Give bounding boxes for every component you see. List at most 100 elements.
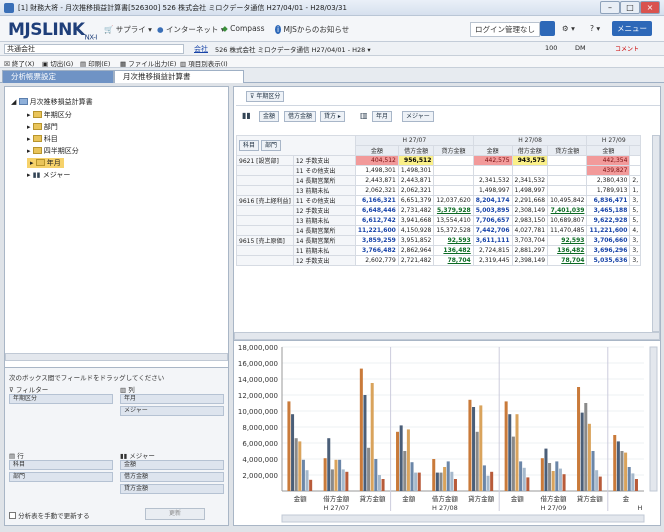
row-chip-account[interactable]: 科目 (9, 460, 113, 470)
pivot-chip-amount[interactable]: 金額 (259, 111, 280, 122)
value-cell[interactable]: 5,035,636 (586, 255, 631, 266)
value-cell[interactable]: 12,037,620 (433, 195, 474, 206)
value-cell[interactable]: 2,291,668 (511, 195, 549, 206)
value-cell[interactable]: 1,498,301 (397, 165, 435, 176)
value-cell[interactable]: 2,341,532 (472, 175, 513, 186)
tree-root[interactable]: ◢ 月次推移損益計算書 (11, 97, 93, 107)
pivot-filter-chip[interactable]: ⊽ 年期区分 (246, 91, 285, 102)
cut-button[interactable]: ▣ 切出(G) (42, 58, 73, 68)
table-row[interactable]: 13 前期未払 6,612,742 3,941,668 13,554,410 7,706… (236, 215, 642, 226)
grid-hscrollbar[interactable] (234, 332, 660, 340)
value-cell[interactable]: 3, (629, 255, 642, 266)
value-cell[interactable] (547, 185, 588, 196)
value-cell[interactable]: 2,380,430 (586, 175, 631, 186)
value-cell[interactable] (433, 165, 474, 176)
value-cell[interactable] (629, 155, 642, 166)
pivot-chip-debit[interactable]: 借方金額 (284, 111, 317, 122)
value-cell[interactable]: 439,827 (586, 165, 631, 176)
table-row[interactable]: 11 その他支出 1,498,301 1,498,301 439,827 (236, 165, 642, 176)
value-cell[interactable]: 5, (629, 215, 642, 226)
defer-update-checkbox[interactable]: 分析表を手動で更新する (9, 510, 90, 520)
value-cell[interactable]: 2,308,149 (511, 205, 549, 216)
exit-button[interactable]: ☒ 終了(X) (4, 58, 34, 68)
value-cell[interactable]: 78,704 (547, 255, 588, 266)
menu-mjs-news[interactable]: i MJSからのお知らせ (275, 24, 349, 35)
comment-button[interactable]: コメント (615, 44, 639, 53)
value-cell[interactable]: 15,372,528 (433, 225, 474, 236)
value-cell[interactable]: 3,766,482 (354, 245, 399, 256)
value-cell[interactable]: 1,498,997 (511, 185, 549, 196)
value-cell[interactable]: 6,651,379 (397, 195, 435, 206)
value-cell[interactable]: 2,341,532 (511, 175, 549, 186)
export-button[interactable]: ▦ ファイル出力(E) (120, 58, 176, 68)
month-header[interactable]: H 27/07 (354, 135, 474, 146)
pivot-col-chip-month[interactable]: 年月 (372, 111, 393, 122)
value-cell[interactable]: 2,731,482 (397, 205, 435, 216)
value-cell[interactable]: 943,575 (511, 155, 549, 166)
measure-chip-debit[interactable]: 借方金額 (120, 472, 224, 482)
value-cell[interactable]: 5,003,895 (472, 205, 513, 216)
table-row[interactable]: 9621 [設営部] 12 手数支出 404,512 956,512 442,575 94… (236, 155, 642, 166)
value-cell[interactable]: 4,150,928 (397, 225, 435, 236)
month-header[interactable]: H 27/08 (472, 135, 588, 146)
value-cell[interactable] (547, 165, 588, 176)
tree-item-department[interactable]: ▸ 部門 (27, 122, 58, 132)
value-cell[interactable]: 3, (629, 245, 642, 256)
value-cell[interactable]: 2,443,871 (354, 175, 399, 186)
main-menu-button[interactable]: メニュー (612, 21, 652, 36)
value-cell[interactable]: 6,612,742 (354, 215, 399, 226)
value-cell[interactable] (629, 165, 642, 176)
value-cell[interactable] (511, 165, 549, 176)
tree-item-account[interactable]: ▸ 科目 (27, 134, 58, 144)
value-cell[interactable]: 92,593 (433, 235, 474, 246)
value-cell[interactable]: 3,703,704 (511, 235, 549, 246)
value-cell[interactable] (547, 175, 588, 186)
print-button[interactable]: ▤ 印刷(E) (80, 58, 110, 68)
value-cell[interactable]: 1,498,997 (472, 185, 513, 196)
table-row[interactable]: 9616 [売上経利益] 11 その他支出 6,166,321 6,651,379 12… (236, 195, 642, 206)
value-cell[interactable]: 10,495,842 (547, 195, 588, 206)
table-row[interactable]: 14 長期営業所 11,221,600 4,150,928 15,372,528 7,4… (236, 225, 642, 236)
value-cell[interactable]: 3,696,296 (586, 245, 631, 256)
value-cell[interactable]: 442,354 (586, 155, 631, 166)
row-chip-department[interactable]: 部門 (9, 472, 113, 482)
value-cell[interactable]: 9,622,928 (586, 215, 631, 226)
tab-monthly-pl[interactable]: 月次推移損益計算書 (114, 70, 244, 83)
table-row[interactable]: 11 前期未払 3,766,482 2,862,964 136,482 2,724,81… (236, 245, 642, 256)
maximize-icon[interactable]: □ (620, 1, 640, 14)
tree-item-month[interactable]: ▸ 年月 (27, 158, 64, 168)
value-cell[interactable]: 13,554,410 (433, 215, 474, 226)
value-cell[interactable]: 3,611,111 (472, 235, 513, 246)
value-cell[interactable]: 11,221,600 (354, 225, 399, 236)
value-cell[interactable]: 3,941,668 (397, 215, 435, 226)
table-row[interactable]: 12 手数支出 6,648,446 2,731,482 5,379,928 5,003,… (236, 205, 642, 216)
value-cell[interactable]: 1,498,301 (354, 165, 399, 176)
value-cell[interactable]: 136,482 (433, 245, 474, 256)
login-status[interactable]: ログイン管理なし (470, 22, 540, 37)
value-cell[interactable] (547, 155, 588, 166)
value-cell[interactable]: 1, (629, 185, 642, 196)
value-cell[interactable]: 2,721,482 (397, 255, 435, 266)
search-icon[interactable] (540, 21, 555, 36)
value-cell[interactable]: 2,319,445 (472, 255, 513, 266)
value-cell[interactable]: 2,062,321 (354, 185, 399, 196)
value-cell[interactable]: 3, (629, 195, 642, 206)
value-cell[interactable]: 78,704 (433, 255, 474, 266)
table-row[interactable]: 9615 [売上原価] 14 長期営業所 3,859,259 3,951,852 92,… (236, 235, 642, 246)
column-chip-month[interactable]: 年月 (120, 394, 224, 404)
value-cell[interactable]: 2,983,150 (511, 215, 549, 226)
chart-vscrollbar[interactable] (649, 346, 658, 492)
company-select[interactable]: 526 株式会社 ミロクデータ通信 H27/04/01 - H28 ▾ (215, 44, 371, 54)
value-cell[interactable]: 2, (629, 175, 642, 186)
value-cell[interactable]: 7,706,657 (472, 215, 513, 226)
value-cell[interactable] (433, 185, 474, 196)
value-cell[interactable]: 4, (629, 225, 642, 236)
minimize-icon[interactable]: – (600, 1, 620, 14)
notification-count[interactable]: 100 (545, 44, 557, 52)
company-link[interactable]: 会社 (194, 44, 208, 54)
tree-item-year-period[interactable]: ▸ 年期区分 (27, 110, 72, 120)
measure-chip-amount[interactable]: 金額 (120, 460, 224, 470)
value-cell[interactable]: 404,512 (354, 155, 399, 166)
tree-hscrollbar[interactable] (5, 353, 228, 361)
value-cell[interactable]: 6,166,321 (354, 195, 399, 206)
